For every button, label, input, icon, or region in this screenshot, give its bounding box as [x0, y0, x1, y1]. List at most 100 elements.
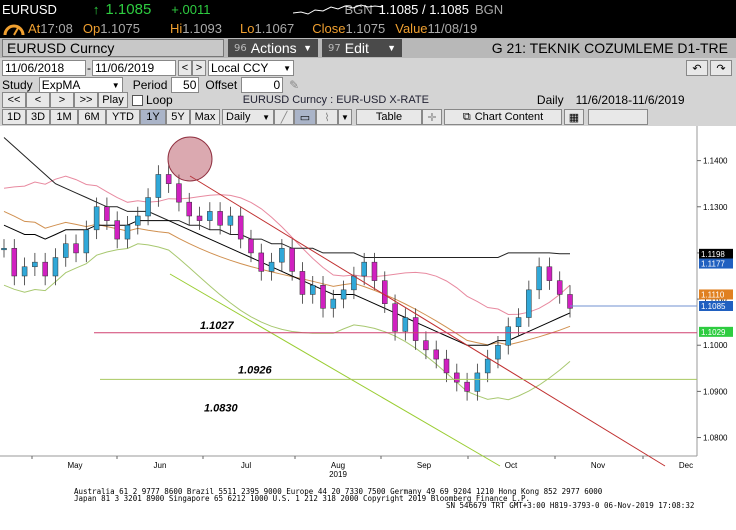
- step-forward-button[interactable]: >: [50, 92, 74, 108]
- highlight-circle: [167, 136, 213, 182]
- x-tick-label: Jul: [241, 461, 251, 470]
- blank-button[interactable]: [588, 109, 648, 125]
- candle-body: [21, 266, 28, 277]
- chart-canvas[interactable]: 1.14001.13001.12001.11001.10001.09001.08…: [0, 126, 736, 486]
- fast-forward-button[interactable]: >>: [74, 92, 98, 108]
- currency-select[interactable]: Local CCY ▼: [208, 60, 294, 76]
- offset-input[interactable]: 0: [241, 77, 284, 93]
- candle-body: [309, 284, 316, 295]
- grid-icon[interactable]: ▦: [564, 109, 584, 125]
- next-arrow-button[interactable]: >: [192, 60, 206, 76]
- y-tick-label: 1.0800: [703, 434, 728, 443]
- x-tick-label: Sep: [417, 461, 432, 470]
- prev-arrow-button[interactable]: <: [178, 60, 192, 76]
- crosshair-icon[interactable]: ✛: [422, 109, 442, 125]
- period-button-1m[interactable]: 1M: [50, 109, 78, 125]
- price-chart[interactable]: 1.14001.13001.12001.11001.10001.09001.08…: [0, 126, 736, 530]
- redo-button[interactable]: ↷: [710, 60, 732, 76]
- candle-body: [32, 261, 38, 268]
- frequency-select[interactable]: Daily ▼: [222, 109, 274, 125]
- period-button-6m[interactable]: 6M: [78, 109, 106, 125]
- date-range-label: 11/6/2018-11/6/2019: [575, 93, 685, 107]
- period-button-3d[interactable]: 3D: [26, 109, 50, 125]
- price-tag-label: 1.1085: [701, 302, 726, 311]
- candle-body: [186, 201, 192, 217]
- close-label: Close: [312, 21, 346, 36]
- candle-body: [351, 275, 357, 291]
- period-button-5y[interactable]: 5Y: [166, 109, 190, 125]
- actions-menu[interactable]: 96 Actions ▼: [228, 39, 318, 57]
- undo-button[interactable]: ↶: [686, 60, 708, 76]
- quote-strip: EURUSD ↑ 1.1085 +.0011 BGN 1.1085 / 1.10…: [0, 0, 736, 19]
- candle-body: [268, 261, 275, 272]
- high-label: Hi: [169, 21, 183, 36]
- candle-body: [248, 238, 254, 254]
- period-label: Period: [132, 78, 168, 92]
- candle-body: [433, 349, 439, 360]
- up-arrow-icon: ↑: [92, 2, 100, 17]
- y-tick-label: 1.1400: [703, 157, 728, 166]
- line-tool-icon[interactable]: ╱: [274, 109, 294, 125]
- candle-body: [217, 211, 223, 226]
- footer: Australia 61 2 9777 8600 Brazil 5511 239…: [0, 486, 736, 530]
- low-value: 1.1067: [254, 21, 295, 36]
- x-tick-label: Jun: [154, 461, 167, 470]
- title-bar: EURUSD Curncy 96 Actions ▼ 97 Edit ▼ G 21: T…: [0, 38, 736, 58]
- candle-body: [412, 317, 419, 341]
- candle-body: [155, 174, 162, 198]
- loop-checkbox[interactable]: [132, 94, 143, 106]
- candle-body: [176, 183, 182, 203]
- step-back-button[interactable]: <: [26, 92, 50, 108]
- chart-type-icon[interactable]: ▭: [294, 109, 316, 125]
- high-value: 1.1093: [182, 21, 222, 36]
- quote-strip-2: At 17:08 Op 1.1075 Hi 1.1093 Lo 1.1067 C…: [0, 19, 736, 38]
- level-label: 1.1027: [200, 320, 235, 332]
- candle-body: [474, 372, 481, 392]
- pencil-icon[interactable]: ✎: [289, 78, 299, 92]
- price-tag-label: 1.1198: [701, 250, 725, 259]
- rewind-button[interactable]: <<: [2, 92, 26, 108]
- last-price: 1.1085: [105, 1, 152, 18]
- date-to-field[interactable]: 11/06/2019: [92, 60, 176, 76]
- candle-body: [556, 280, 563, 295]
- candle-body: [11, 248, 18, 277]
- play-button[interactable]: Play: [98, 92, 128, 108]
- candle-body: [464, 381, 470, 392]
- period-input[interactable]: 50: [171, 77, 200, 93]
- y-tick-label: 1.1000: [703, 341, 728, 350]
- candle-body: [279, 248, 285, 263]
- period-button-1y[interactable]: 1Y: [140, 109, 166, 125]
- loop-label: Loop: [146, 93, 173, 107]
- study-select[interactable]: ExpMA ▼: [38, 77, 123, 93]
- security-field[interactable]: EURUSD Curncy: [2, 39, 224, 57]
- candle-body: [454, 372, 460, 383]
- candle-body: [515, 317, 522, 328]
- sparkline: [293, 4, 383, 15]
- candle-body: [258, 252, 265, 272]
- y-tick-label: 1.1300: [703, 203, 728, 212]
- period-button-max[interactable]: Max: [190, 109, 220, 125]
- candle-body: [104, 206, 110, 221]
- candle-body: [42, 261, 48, 277]
- period-button-1d[interactable]: 1D: [2, 109, 26, 125]
- level-label: 1.0830: [204, 403, 239, 415]
- draw-tool-icon[interactable]: ⌇: [316, 109, 338, 125]
- chart-content-button[interactable]: ⧉ Chart Content: [444, 109, 562, 125]
- x-tick-label: May: [67, 461, 82, 470]
- candle-body: [1, 248, 7, 251]
- value-date: 11/08/19: [427, 21, 478, 36]
- open-value: 1.1075: [100, 21, 140, 36]
- table-button[interactable]: Table: [356, 109, 422, 125]
- candle-body: [145, 197, 151, 217]
- candle-body: [382, 280, 388, 304]
- gauge-icon: [2, 21, 28, 37]
- dropdown-arrow-icon[interactable]: ▼: [338, 109, 352, 125]
- edit-menu[interactable]: 97 Edit ▼: [322, 39, 402, 57]
- candle-body: [62, 243, 69, 258]
- candle-body: [237, 215, 244, 240]
- date-from-field[interactable]: 11/06/2018: [2, 60, 86, 76]
- y-tick-label: 1.0900: [703, 387, 728, 396]
- candle-body: [546, 266, 553, 281]
- period-button-ytd[interactable]: YTD: [106, 109, 140, 125]
- dropdown-arrow-icon: ▼: [262, 112, 270, 122]
